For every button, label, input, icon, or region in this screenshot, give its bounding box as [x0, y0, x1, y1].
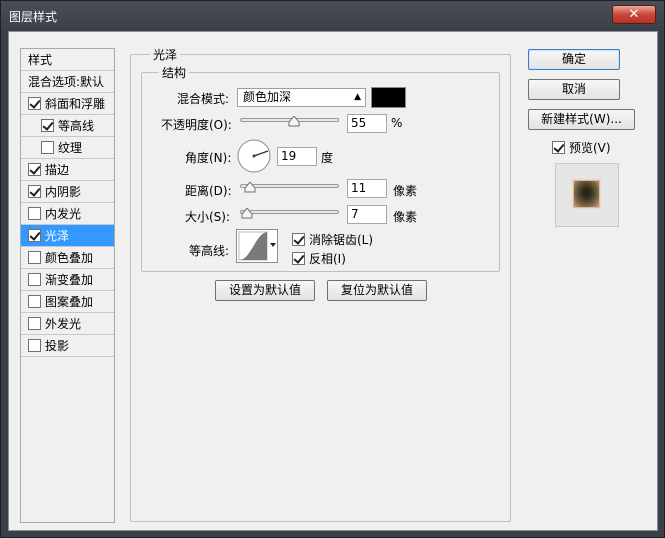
blend-mode-value: 颜色加深: [243, 90, 292, 104]
updown-arrow-icon: ▲: [354, 92, 361, 102]
style-item[interactable]: 投影: [21, 335, 114, 357]
antialias-checkbox[interactable]: 消除锯齿(L): [292, 231, 373, 248]
layer-style-dialog: 图层样式 ✕ 样式 混合选项:默认 斜面和浮雕 等高线 纹理 描边 内阴影 内发光 光泽 颜色…: [0, 0, 665, 538]
opacity-label: 不透明度(O):: [161, 118, 232, 132]
blend-options-item[interactable]: 混合选项:默认: [21, 71, 114, 93]
style-item[interactable]: 描边: [21, 159, 114, 181]
contour-curve-icon: [238, 231, 276, 261]
style-item[interactable]: 渐变叠加: [21, 269, 114, 291]
size-slider[interactable]: [240, 210, 339, 214]
style-item-checkbox[interactable]: [41, 141, 54, 154]
style-item[interactable]: 内阴影: [21, 181, 114, 203]
style-item-label: 内阴影: [45, 185, 82, 199]
cancel-button[interactable]: 取消: [528, 79, 620, 100]
style-item-checkbox[interactable]: [28, 97, 41, 110]
opacity-input[interactable]: 55: [347, 114, 387, 133]
style-item-checkbox[interactable]: [28, 339, 41, 352]
size-input[interactable]: 7: [347, 205, 387, 224]
angle-dial[interactable]: [237, 139, 271, 173]
style-item-label: 内发光: [45, 207, 82, 221]
blend-color-swatch[interactable]: [371, 87, 406, 108]
close-icon: ✕: [628, 7, 640, 22]
style-item-checkbox[interactable]: [41, 119, 54, 132]
close-button[interactable]: ✕: [612, 5, 656, 24]
style-item-checkbox[interactable]: [28, 229, 41, 242]
style-list-header-label: 样式: [28, 53, 53, 67]
style-item-checkbox[interactable]: [28, 185, 41, 198]
contour-label: 等高线:: [189, 244, 230, 258]
style-item-label: 光泽: [45, 229, 70, 243]
make-default-button[interactable]: 设置为默认值: [215, 280, 315, 301]
reset-default-button[interactable]: 复位为默认值: [327, 280, 427, 301]
distance-unit: 像素: [393, 184, 418, 198]
style-item-checkbox[interactable]: [28, 295, 41, 308]
style-item[interactable]: 外发光: [21, 313, 114, 335]
dialog-body: 样式 混合选项:默认 斜面和浮雕 等高线 纹理 描边 内阴影 内发光 光泽 颜色叠加 渐变叠加图…: [8, 31, 658, 531]
size-unit: 像素: [393, 210, 418, 224]
angle-label: 角度(N):: [185, 151, 232, 165]
style-list: 样式 混合选项:默认 斜面和浮雕等高线纹理描边内阴影内发光光泽颜色叠加渐变叠加图…: [20, 48, 115, 523]
distance-input[interactable]: 11: [347, 179, 387, 198]
invert-checkbox[interactable]: 反相(I): [292, 250, 346, 267]
style-item[interactable]: 图案叠加: [21, 291, 114, 313]
invert-check-icon: [292, 252, 305, 265]
style-item-checkbox[interactable]: [28, 273, 41, 286]
style-item[interactable]: 光泽: [21, 225, 114, 247]
style-item-label: 图案叠加: [45, 295, 94, 309]
dialog-title: 图层样式: [9, 10, 58, 24]
style-item-checkbox[interactable]: [28, 207, 41, 220]
distance-label: 距离(D):: [185, 184, 232, 198]
blend-mode-label: 混合模式:: [177, 92, 230, 106]
style-item-checkbox[interactable]: [28, 317, 41, 330]
style-item-checkbox[interactable]: [28, 251, 41, 264]
invert-label: 反相(I): [309, 252, 346, 266]
antialias-label: 消除锯齿(L): [309, 233, 374, 247]
style-item-label: 描边: [45, 163, 70, 177]
style-item[interactable]: 颜色叠加: [21, 247, 114, 269]
blend-options-label: 混合选项:默认: [28, 75, 105, 89]
ok-button[interactable]: 确定: [528, 49, 620, 70]
title-bar[interactable]: 图层样式 ✕: [1, 1, 664, 31]
style-item[interactable]: 等高线: [21, 115, 114, 137]
style-preview: [555, 163, 619, 227]
style-item-label: 渐变叠加: [45, 273, 94, 287]
opacity-unit: %: [391, 116, 403, 130]
preview-checkbox[interactable]: 预览(V): [552, 139, 611, 156]
angle-unit: 度: [321, 151, 334, 165]
style-item[interactable]: 斜面和浮雕: [21, 93, 114, 115]
style-preview-swatch: [573, 180, 600, 208]
antialias-check-icon: [292, 233, 305, 246]
preview-check-icon: [552, 141, 565, 154]
blend-mode-select[interactable]: 颜色加深 ▲: [237, 88, 366, 107]
contour-picker[interactable]: [236, 229, 278, 263]
style-item[interactable]: 内发光: [21, 203, 114, 225]
style-item-label: 外发光: [45, 317, 82, 331]
structure-group-title: 结构: [159, 64, 190, 81]
style-item-label: 纹理: [58, 141, 83, 155]
angle-input[interactable]: 19: [277, 147, 317, 166]
style-item[interactable]: 纹理: [21, 137, 114, 159]
preview-label: 预览(V): [569, 141, 611, 155]
style-item-label: 投影: [45, 339, 70, 353]
style-item-checkbox[interactable]: [28, 163, 41, 176]
satin-group-title: 光泽: [150, 46, 181, 63]
new-style-button[interactable]: 新建样式(W)...: [528, 109, 635, 130]
style-item-label: 等高线: [58, 119, 95, 133]
style-item-label: 斜面和浮雕: [45, 97, 106, 111]
size-label: 大小(S):: [185, 210, 231, 224]
style-list-header[interactable]: 样式: [21, 49, 114, 71]
style-item-label: 颜色叠加: [45, 251, 94, 265]
